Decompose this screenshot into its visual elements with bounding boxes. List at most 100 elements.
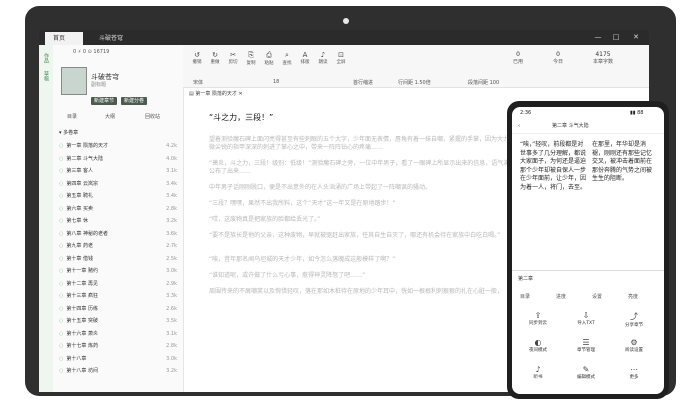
toolbar-button[interactable]: A 排版 bbox=[297, 51, 313, 65]
stat-label: 今日 bbox=[553, 59, 564, 65]
book-subtitle: 副标题 bbox=[91, 82, 107, 88]
toolbar-button[interactable]: ✂ 剪切 bbox=[225, 51, 241, 65]
reader-action[interactable]: ⤴ 分享章节 bbox=[614, 311, 654, 328]
chapter-word-count: 3.1k bbox=[166, 168, 177, 174]
chapter-title: 第十六章 萧炎 bbox=[66, 330, 98, 337]
new-chapter-button[interactable]: 新建章节 bbox=[91, 97, 118, 105]
reader-column-right: 在那里，年华却是消褪，刚刚还有那些记忆交叉，被冲击着面前在那份奔腾的气势之间被生… bbox=[592, 141, 653, 183]
chapter-item[interactable]: ◌ 第十一章 赌约 3.0k bbox=[59, 266, 181, 276]
menu-settings[interactable]: 设置 bbox=[592, 293, 602, 300]
line-spacing-select[interactable]: 行间距 1.50倍 bbox=[398, 79, 431, 86]
chapter-item[interactable]: ◌ 第七章 休 3.2k bbox=[59, 216, 181, 226]
chapter-item[interactable]: ◌ 第十章 借钱 2.5k bbox=[59, 254, 181, 264]
chapter-item[interactable]: ◌ 第十三章 疯狂 3.3k bbox=[59, 291, 181, 301]
chapter-item[interactable]: ◌ 第四章 云岚宗 3.4k bbox=[59, 179, 181, 189]
minimize-icon[interactable]: — bbox=[591, 30, 605, 45]
font-select[interactable]: 宋体 bbox=[193, 79, 203, 86]
chapter-item[interactable]: ◌ 第二章 斗气大陆 4.0k bbox=[59, 154, 181, 164]
chapter-icon: ◌ bbox=[59, 193, 64, 199]
chapter-item[interactable]: ◌ 第十八章 坊间 3.2k bbox=[59, 366, 181, 376]
chapter-item[interactable]: ◌ 第三章 客人 3.1k bbox=[59, 166, 181, 176]
close-icon[interactable]: ✕ bbox=[629, 30, 643, 45]
reader-action[interactable]: ✎ 编辑模式 bbox=[566, 365, 606, 380]
toolbar-button[interactable]: ↺ 撤销 bbox=[189, 51, 205, 65]
reader-action[interactable]: ◐ 夜间模式 bbox=[518, 338, 558, 353]
chapter-title: 第十三章 疯狂 bbox=[66, 293, 98, 299]
reader-action[interactable]: ⇩ 导入TXT bbox=[566, 311, 606, 326]
tab-recycle[interactable]: 回收站 bbox=[145, 113, 160, 120]
chapter-icon: ◌ bbox=[59, 305, 64, 312]
reader-footer: 第二章 bbox=[518, 276, 534, 282]
chapter-item[interactable]: ◌ 第一章 陨落的天才 4.2k bbox=[59, 141, 181, 151]
maximize-icon[interactable]: □ bbox=[609, 30, 623, 45]
chapter-item[interactable]: ◌ 第十四章 历练 2.6k bbox=[59, 304, 181, 314]
chapter-title: 第十五章 突破 bbox=[66, 318, 98, 324]
chapter-word-count: 4.2k bbox=[166, 143, 177, 149]
toolbar-button[interactable]: ⊡ 全屏 bbox=[333, 51, 349, 65]
volume-header[interactable]: ▾ 多卷章 bbox=[59, 129, 78, 136]
chapter-item[interactable]: ◌ 第六章 买卖 2.8k bbox=[59, 204, 181, 214]
toolbar-button[interactable]: ♪ 朗读 bbox=[315, 51, 331, 65]
indent-toggle[interactable]: 首行缩进 bbox=[353, 79, 373, 86]
sidebar-tabs: 目录 大纲 回收站 bbox=[53, 113, 183, 123]
camera-dot bbox=[343, 18, 349, 24]
action-icon: ✎ bbox=[582, 365, 590, 374]
menu-brightness[interactable]: 亮度 bbox=[628, 293, 638, 300]
new-volume-button[interactable]: 新建分卷 bbox=[121, 97, 148, 105]
menu-progress[interactable]: 进度 bbox=[556, 293, 566, 300]
paragraph[interactable]: “三段？嘿嘿，果然不出我所料，这个“天才”这一年又是在原地踏步！” bbox=[209, 200, 539, 208]
paragraph[interactable]: 望着测验魔石碑上面闪亮得甚至有些刺眼的五个大字，少年面无表情，唇角有着一抹自嘲，… bbox=[209, 136, 539, 152]
rail-drafts[interactable]: 草稿 bbox=[43, 71, 50, 81]
toolbar-label: 复制 bbox=[246, 61, 256, 66]
chapter-title: 第十八章 bbox=[66, 355, 87, 362]
paragraph[interactable]: “谁知道呢，或许做了什么亏心事，惹得神灵降怒了吧……” bbox=[209, 272, 539, 280]
chapter-item[interactable]: ◌ 第十七章 炼药 2.8k bbox=[59, 341, 181, 351]
rail-works[interactable]: 作品 bbox=[43, 53, 50, 63]
toolbar-button[interactable]: ⎙ 粘贴 bbox=[261, 51, 277, 66]
reader-action[interactable]: ♪ 听书 bbox=[518, 365, 558, 380]
document-tab[interactable]: ▤ 第一章 陨落的天才 ✕ bbox=[189, 90, 243, 97]
tab-book[interactable]: 斗破苍穹 bbox=[91, 32, 131, 45]
reader-action[interactable]: ☰ 章节管理 bbox=[566, 338, 606, 353]
chapter-icon: ◌ bbox=[59, 230, 64, 237]
paragraph[interactable]: “唉，昔年那名闻乌坦城的天才少年，如今怎么落魄成这般模样了啊？” bbox=[209, 256, 539, 264]
paragraph[interactable]: 中年男子话刚刚脱口，便是不出意外的在人头汹涌的广场上带起了一阵嘲讽的骚动。 bbox=[209, 184, 539, 192]
chapter-word-count: 2.9k bbox=[166, 280, 177, 287]
chapter-item[interactable]: ◌ 第八章 神秘的老者 3.6k bbox=[59, 229, 181, 239]
action-icon: ⚙ bbox=[630, 338, 638, 347]
chapter-icon: ◌ bbox=[59, 143, 64, 149]
chapter-item[interactable]: ◌ 第十八章 3.0k bbox=[59, 354, 181, 364]
menu-catalog[interactable]: 目录 bbox=[520, 293, 530, 300]
chapter-title[interactable]: “斗之力，三段！” bbox=[209, 112, 273, 123]
reader-action[interactable]: ⇪ 同步到云 bbox=[518, 311, 558, 326]
chapter-item[interactable]: ◌ 第十六章 萧炎 3.1k bbox=[59, 329, 181, 339]
paragraph[interactable]: 周围传来的不屑嘲笑以及惋惜轻叹，落在那如木桩待在原地的少年耳中，恍如一根根利刺狠… bbox=[209, 288, 539, 296]
toolbar-button[interactable]: ↻ 重做 bbox=[207, 51, 223, 65]
paragraph[interactable]: “哎，这废物真是把家族的脸都给丢光了。” bbox=[209, 216, 539, 224]
action-icon: ☰ bbox=[582, 338, 590, 347]
chapter-title: 第十八章 坊间 bbox=[66, 368, 98, 374]
editor-area[interactable]: “斗之力，三段！” 望着测验魔石碑上面闪亮得甚至有些刺眼的五个大字，少年面无表情… bbox=[189, 100, 549, 390]
chapter-item[interactable]: ◌ 第十二章 再见 2.9k bbox=[59, 279, 181, 289]
reader-action[interactable]: ⋯ 更多 bbox=[614, 365, 654, 380]
paragraph-spacing-select[interactable]: 段落间距 100 bbox=[468, 79, 499, 86]
chapter-item[interactable]: ◌ 第五章 聘礼 3.4k bbox=[59, 191, 181, 201]
chapter-item[interactable]: ◌ 第十五章 突破 3.5k bbox=[59, 316, 181, 326]
toolbar-button[interactable]: ⌕ 查找 bbox=[279, 51, 295, 66]
tab-outline[interactable]: 大纲 bbox=[105, 113, 115, 120]
tab-home[interactable]: 首页 bbox=[45, 32, 83, 45]
paragraph[interactable]: “萧炎，斗之力，三段！级别：低级！”测验魔石碑之旁，一位中年男子，看了一眼碑上所… bbox=[209, 160, 539, 176]
phone-frame: 2:36 ▮▮ 88 ‹ 第二章 斗气大陆 “唉，”轻叹，前段都是对世事多了几分… bbox=[507, 101, 669, 399]
action-label: 章节管理 bbox=[577, 348, 595, 353]
back-icon[interactable]: ‹ bbox=[518, 119, 520, 133]
toolbar-button[interactable]: ⎘ 复制 bbox=[243, 51, 259, 66]
font-size-select[interactable]: 18 bbox=[273, 79, 279, 85]
reader-action[interactable]: ⚙ 阅读设置 bbox=[614, 338, 654, 353]
book-cover[interactable] bbox=[61, 67, 87, 95]
tab-catalog[interactable]: 目录 bbox=[67, 113, 77, 120]
chapter-item[interactable]: ◌ 第九章 药老 2.7k bbox=[59, 241, 181, 251]
paragraph[interactable]: “要不是族长是他的父亲，这种废物，早就被驱赶出家族，任其自生自灭了，哪还有机会待… bbox=[209, 232, 539, 240]
phone-status-icons: ▮▮ 88 bbox=[630, 110, 644, 116]
chapter-word-count: 3.2k bbox=[166, 368, 177, 374]
chapter-icon: ◌ bbox=[59, 318, 64, 324]
